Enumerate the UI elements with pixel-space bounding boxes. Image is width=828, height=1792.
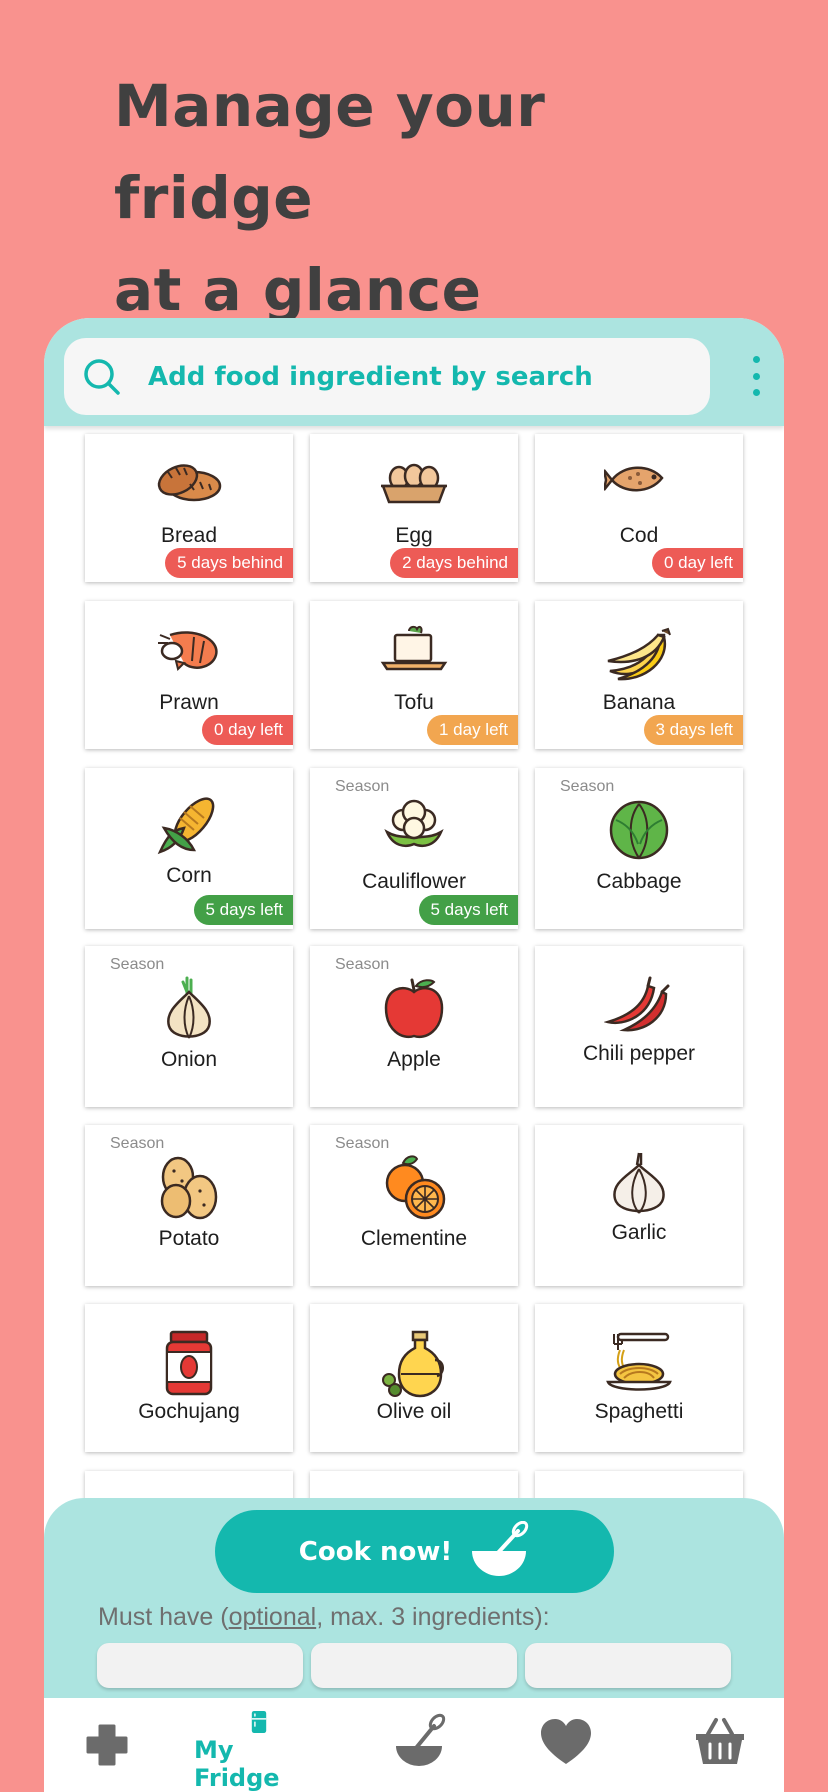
must-have-slot-2[interactable] <box>311 1643 517 1688</box>
ingredient-name: Corn <box>166 864 212 887</box>
ingredient-card-prawn[interactable]: Prawn 0 day left <box>85 601 293 749</box>
spaghetti-icon <box>604 1330 674 1400</box>
fish-icon <box>602 458 674 506</box>
fridge-icon <box>251 1710 267 1734</box>
ingredient-card-egg[interactable]: Egg 2 days behind <box>310 434 518 582</box>
ingredient-name: Potato <box>158 1227 220 1250</box>
must-have-slot-3[interactable] <box>525 1643 731 1688</box>
mixing-bowl-nav-icon <box>396 1713 446 1766</box>
ingredient-name: Tofu <box>394 691 434 714</box>
headline: Manage your fridge at a glance <box>114 60 754 336</box>
nav-my-fridge[interactable]: My Fridge <box>194 1698 324 1792</box>
banana-icon <box>604 625 674 689</box>
nav-cook[interactable] <box>388 1698 448 1792</box>
ingredient-name: Apple <box>387 1048 441 1071</box>
cook-now-label: Cook now! <box>298 1536 453 1567</box>
ingredient-name: Prawn <box>159 691 219 714</box>
cabbage-icon <box>604 798 674 866</box>
ingredient-card-apple[interactable]: Season Apple <box>310 946 518 1107</box>
search-bar[interactable]: Add food ingredient by search <box>64 338 710 415</box>
prawn-icon <box>154 625 224 677</box>
ingredient-name: Bread <box>160 524 218 547</box>
ingredient-card-gochujang[interactable]: Gochujang <box>85 1304 293 1452</box>
ingredient-card-potato[interactable]: Season Potato <box>85 1125 293 1286</box>
expiry-badge: 0 day left <box>202 715 293 745</box>
garlic-icon <box>609 1151 669 1221</box>
bread-icon <box>154 458 224 512</box>
nav-favorites[interactable] <box>538 1698 594 1792</box>
chili-icon <box>603 972 674 1038</box>
ingredient-card-spaghetti[interactable]: Spaghetti <box>535 1304 743 1452</box>
ingredient-name: Olive oil <box>376 1400 452 1423</box>
potato-icon <box>154 1155 224 1225</box>
onion-icon <box>161 976 217 1046</box>
ingredient-name: Cod <box>619 524 659 547</box>
cook-now-button[interactable]: Cook now! <box>215 1510 614 1593</box>
plus-icon <box>86 1724 128 1766</box>
apple-icon <box>382 976 446 1046</box>
ingredient-name: Banana <box>602 691 676 714</box>
cauliflower-icon <box>379 798 449 858</box>
bottom-navigation: My Fridge <box>44 1698 784 1792</box>
ingredient-card-onion[interactable]: Season Onion <box>85 946 293 1107</box>
ingredient-name: Garlic <box>611 1221 667 1244</box>
ingredient-card-corn[interactable]: Corn 5 days left <box>85 768 293 929</box>
expiry-badge: 5 days left <box>418 895 518 925</box>
mixing-bowl-icon <box>472 1520 529 1576</box>
season-tag: Season <box>110 956 165 973</box>
expiry-badge: 0 day left <box>652 548 743 578</box>
nav-add[interactable] <box>82 1698 132 1792</box>
season-tag: Season <box>110 1135 165 1152</box>
nav-my-fridge-label: My Fridge <box>194 1736 280 1792</box>
ingredient-card-chili-pepper[interactable]: Chili pepper <box>535 946 743 1107</box>
cook-panel: Cook now! Must have (optional, max. 3 in… <box>44 1498 784 1708</box>
ingredient-card-cabbage[interactable]: Season Cabbage <box>535 768 743 929</box>
search-icon <box>84 358 120 395</box>
expiry-badge: 5 days left <box>193 895 293 925</box>
ingredient-name: Chili pepper <box>582 1042 696 1065</box>
expiry-badge: 5 days behind <box>165 548 293 578</box>
expiry-badge: 1 day left <box>427 715 518 745</box>
ingredient-name: Spaghetti <box>594 1400 684 1423</box>
headline-line-1: Manage your fridge <box>114 72 546 232</box>
ingredient-card-garlic[interactable]: Garlic <box>535 1125 743 1286</box>
ingredient-card-olive-oil[interactable]: Olive oil <box>310 1304 518 1452</box>
egg-icon <box>379 458 449 512</box>
ingredient-card-cod[interactable]: Cod 0 day left <box>535 434 743 582</box>
gochujang-icon <box>163 1330 215 1400</box>
optional-link: optional <box>228 1603 317 1631</box>
ingredient-name: Egg <box>395 524 433 547</box>
ingredient-name: Cabbage <box>596 870 682 893</box>
season-tag: Season <box>560 778 615 795</box>
ingredient-name: Onion <box>160 1048 218 1071</box>
expiry-badge: 3 days left <box>643 715 743 745</box>
olive-oil-icon <box>379 1330 449 1402</box>
ingredient-name: Cauliflower <box>362 870 466 893</box>
season-tag: Season <box>335 1135 390 1152</box>
top-bar: Add food ingredient by search <box>44 318 784 426</box>
more-options-icon[interactable] <box>750 356 762 396</box>
expiry-badge: 2 days behind <box>390 548 518 578</box>
app-screen: Add food ingredient by search Bread 5 day… <box>44 318 784 1792</box>
corn-icon <box>154 794 224 862</box>
clementine-icon <box>379 1155 449 1225</box>
season-tag: Season <box>335 778 390 795</box>
ingredient-card-cauliflower[interactable]: Season Cauliflower 5 days left <box>310 768 518 929</box>
must-have-slot-1[interactable] <box>97 1643 303 1688</box>
must-have-label: Must have (optional, max. 3 ingredients)… <box>98 1603 550 1631</box>
search-placeholder: Add food ingredient by search <box>148 361 593 392</box>
ingredient-name: Gochujang <box>138 1400 240 1423</box>
ingredient-card-bread[interactable]: Bread 5 days behind <box>85 434 293 582</box>
season-tag: Season <box>335 956 390 973</box>
ingredient-card-banana[interactable]: Banana 3 days left <box>535 601 743 749</box>
tofu-icon <box>379 625 449 677</box>
heart-icon <box>541 1719 591 1764</box>
nav-basket[interactable] <box>692 1698 748 1792</box>
ingredient-card-tofu[interactable]: Tofu 1 day left <box>310 601 518 749</box>
ingredient-name: Clementine <box>360 1227 468 1250</box>
ingredient-card-clementine[interactable]: Season Clementine <box>310 1125 518 1286</box>
basket-icon <box>696 1718 744 1764</box>
